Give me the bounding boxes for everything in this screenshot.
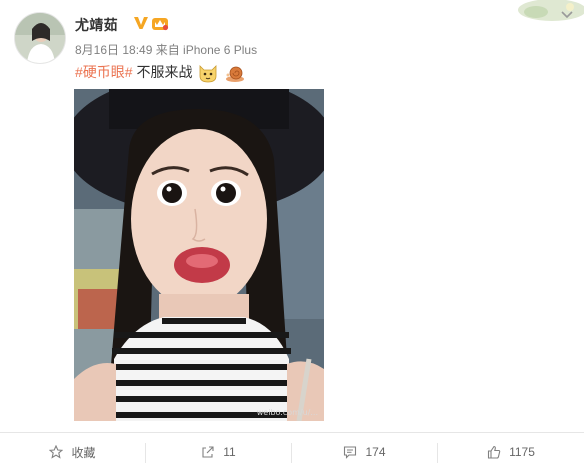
repost-count: 11: [223, 445, 236, 459]
share-arrow-icon: [202, 446, 214, 458]
hashtag-link[interactable]: #硬币眼#: [75, 64, 133, 80]
star-icon: [49, 445, 64, 459]
selfie-image: [74, 89, 324, 421]
vip-crown-icon[interactable]: [151, 15, 169, 31]
post-body-text: 不服来战: [132, 64, 193, 80]
post-text: #硬币眼# 不服来战: [75, 62, 246, 84]
post-meta: 8月16日 18:49 来自 iPhone 6 Plus: [75, 43, 258, 57]
username[interactable]: 尤靖茹: [75, 15, 118, 35]
favorite-label: 收藏: [71, 445, 96, 460]
chevron-down-icon[interactable]: [560, 10, 574, 20]
thumbs-up-icon: [488, 445, 501, 459]
avatar[interactable]: [14, 12, 66, 64]
like-button[interactable]: 1175: [438, 433, 584, 471]
post-photo[interactable]: weibo.com/u/...: [74, 89, 324, 421]
comment-button[interactable]: 174: [292, 433, 437, 471]
repost-button[interactable]: 11: [146, 433, 291, 471]
like-count: 1175: [509, 445, 535, 459]
photo-watermark: weibo.com/u/...: [256, 408, 318, 417]
cat-face-emoji: [199, 65, 217, 83]
avatar-image: [15, 13, 65, 63]
comment-count: 174: [365, 445, 386, 459]
weibo-post-card: 尤靖茹 8月16日 18:49 来自 iPhone 6 Plus #硬币眼# 不…: [0, 0, 584, 471]
snail-emoji: [226, 66, 245, 83]
verified-v-icon: [134, 17, 148, 29]
action-bar: 收藏 11 174 1175: [0, 432, 584, 471]
favorite-button[interactable]: 收藏: [0, 433, 145, 471]
comment-bubble-icon: [344, 446, 357, 459]
